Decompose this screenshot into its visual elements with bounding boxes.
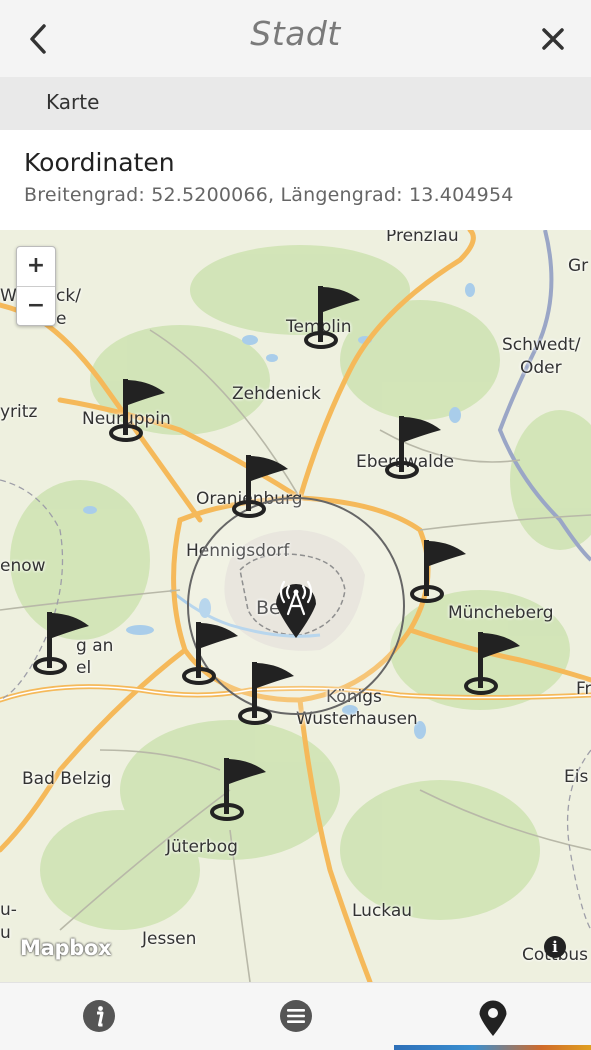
location-pin-icon: [479, 1000, 506, 1036]
place-label: Oder: [520, 358, 562, 378]
place-label: yritz: [0, 402, 38, 422]
radio-tower-pin-icon[interactable]: [270, 572, 322, 640]
place-label: Bad Belzig: [22, 769, 112, 789]
section-label: Karte: [46, 90, 100, 114]
place-label: Luckau: [352, 901, 413, 921]
place-label: Gr: [568, 256, 589, 276]
place-label: enow: [0, 556, 46, 576]
active-tab-indicator: [394, 1045, 591, 1050]
place-label: Zehdenick: [232, 384, 321, 404]
zoom-out-button[interactable]: −: [17, 286, 55, 325]
tab-info[interactable]: [0, 983, 197, 1050]
place-label: ck/: [56, 286, 81, 306]
place-label: Eis: [564, 767, 589, 787]
flag-marker-icon[interactable]: [460, 628, 526, 698]
place-label: Jüterbog: [166, 837, 238, 857]
section-header: Karte: [0, 77, 591, 130]
flag-marker-icon[interactable]: [228, 451, 294, 521]
map-view[interactable]: Prenzlau Gr Wi ck/ e Templin Schwedt/ Od…: [0, 230, 591, 982]
place-label: Jessen: [142, 929, 197, 949]
coordinates-title: Koordinaten: [24, 148, 175, 177]
place-label: Schwedt/: [502, 335, 581, 355]
map-info-button[interactable]: i: [544, 936, 566, 958]
list-icon: [279, 1000, 312, 1032]
flag-marker-icon[interactable]: [300, 282, 366, 352]
place-label: Prenzlau: [386, 230, 459, 246]
flag-marker-icon[interactable]: [105, 375, 171, 445]
flag-marker-icon[interactable]: [206, 754, 272, 824]
flag-marker-icon[interactable]: [234, 658, 300, 728]
info-icon: [82, 1000, 115, 1032]
top-app-bar: Stadt: [0, 0, 591, 77]
tab-map[interactable]: [394, 983, 591, 1050]
flag-marker-icon[interactable]: [381, 412, 447, 482]
page-title: Stadt: [250, 14, 341, 53]
flag-marker-icon[interactable]: [406, 536, 472, 606]
coordinates-panel: Koordinaten Breitengrad: 52.5200066, Län…: [0, 130, 591, 230]
place-label: u: [0, 923, 11, 943]
close-button[interactable]: [533, 14, 573, 64]
zoom-control: + −: [16, 246, 56, 326]
mapbox-logo: Mapbox: [20, 936, 112, 960]
place-label: Fr: [576, 679, 591, 699]
flag-marker-icon[interactable]: [29, 608, 95, 678]
tab-list[interactable]: [197, 983, 394, 1050]
close-icon: [542, 28, 564, 50]
place-label: u-: [0, 900, 17, 920]
coordinates-value: Breitengrad: 52.5200066, Längengrad: 13.…: [24, 184, 514, 206]
zoom-in-button[interactable]: +: [17, 247, 55, 286]
bottom-tab-bar: [0, 982, 591, 1050]
place-label: e: [56, 309, 67, 329]
